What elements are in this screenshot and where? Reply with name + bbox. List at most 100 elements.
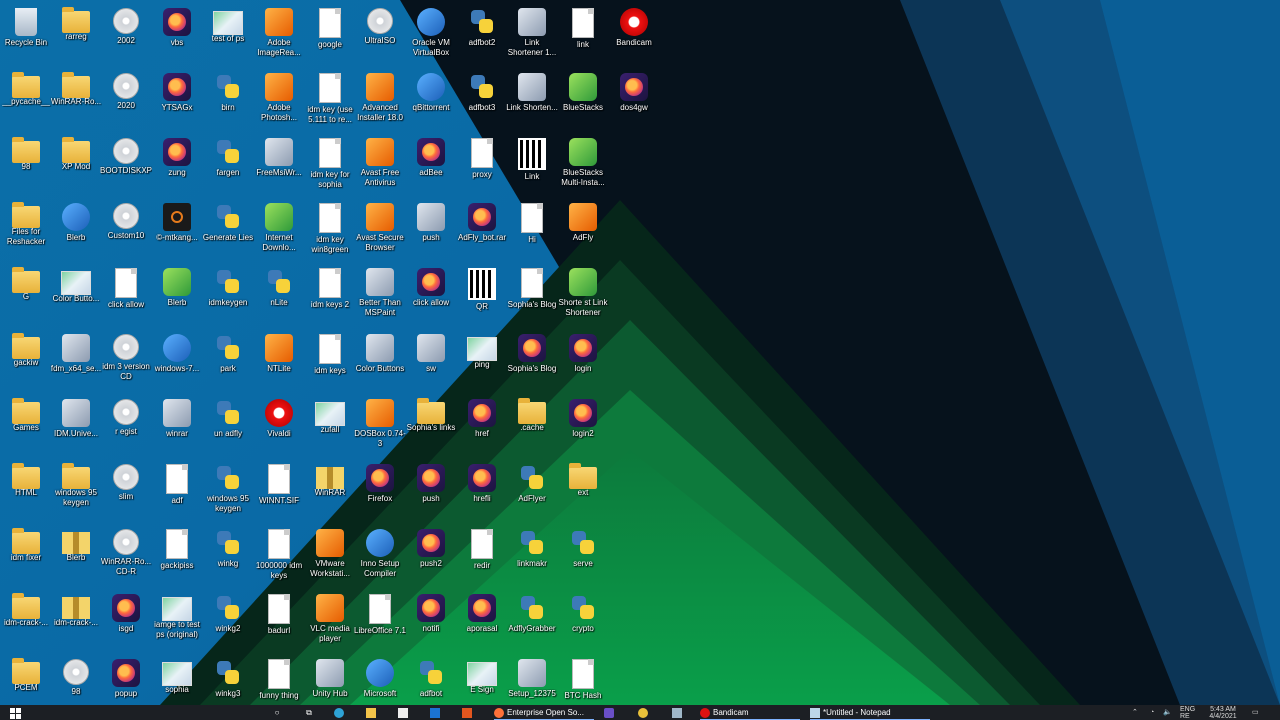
desktop-icon[interactable]: idmkeygen: [202, 264, 254, 328]
desktop-icon[interactable]: vbs: [151, 4, 203, 68]
desktop-icon[interactable]: AdFlyer: [506, 460, 558, 524]
desktop-icon[interactable]: rarreg: [50, 4, 102, 68]
desktop-icon[interactable]: BlueStacks: [557, 69, 609, 133]
desktop-icon[interactable]: Link Shortener 1...: [506, 4, 558, 68]
desktop-icon[interactable]: push: [405, 199, 457, 263]
desktop-icon[interactable]: Shorte st Link Shortener: [557, 264, 609, 328]
store-icon[interactable]: [398, 705, 412, 720]
desktop-icon[interactable]: Sophia's Blog: [506, 264, 558, 328]
desktop-icon[interactable]: Color Buttons: [354, 330, 406, 394]
language-indicator[interactable]: ENG RE: [1180, 706, 1200, 720]
desktop-icon[interactable]: Hi: [506, 199, 558, 263]
desktop-icon[interactable]: Files for Reshacker: [0, 199, 52, 263]
desktop-icon[interactable]: Link: [506, 134, 558, 198]
desktop-icon[interactable]: qBittorrent: [405, 69, 457, 133]
desktop-icon[interactable]: idm key for sophia: [304, 134, 356, 198]
chevron-up-icon[interactable]: ⌃: [1132, 705, 1142, 720]
desktop-icon[interactable]: login: [557, 330, 609, 394]
desktop-icon[interactable]: click allow: [100, 264, 152, 328]
desktop-icon[interactable]: idm fixer: [0, 525, 52, 589]
desktop-icon[interactable]: Internet Downlo...: [253, 199, 305, 263]
desktop-icon[interactable]: BOOTDISKXP: [100, 134, 152, 198]
desktop-icon[interactable]: badurl: [253, 590, 305, 654]
desktop-icon[interactable]: 2002: [100, 4, 152, 68]
desktop-icon[interactable]: fargen: [202, 134, 254, 198]
desktop-icon[interactable]: gackiw: [0, 330, 52, 394]
desktop-icon[interactable]: VLC media player: [304, 590, 356, 654]
taskbar-app-purple[interactable]: [604, 705, 618, 720]
desktop-icon[interactable]: winkg2: [202, 590, 254, 654]
desktop-icon[interactable]: IDM.Unive...: [50, 395, 102, 459]
desktop-icon[interactable]: Color Butto...: [50, 264, 102, 328]
desktop-icon[interactable]: Firefox: [354, 460, 406, 524]
desktop-icon[interactable]: Microsoft: [354, 655, 406, 705]
desktop-icon[interactable]: Oracle VM VirtualBox: [405, 4, 457, 68]
desktop-icon[interactable]: 98: [50, 655, 102, 705]
desktop-icon[interactable]: __pycache__: [0, 69, 52, 133]
desktop-icon[interactable]: adfbot2: [456, 4, 508, 68]
desktop-icon[interactable]: WinRAR-Ro... CD-R: [100, 525, 152, 589]
explorer-icon[interactable]: [366, 705, 380, 720]
desktop-icon[interactable]: Vivaldi: [253, 395, 305, 459]
network-icon[interactable]: ◔: [1150, 705, 1160, 720]
desktop-icon[interactable]: 98: [0, 134, 52, 198]
desktop-icon[interactable]: adfbot: [405, 655, 457, 705]
desktop-icon[interactable]: zufall: [304, 395, 356, 459]
desktop-icon[interactable]: Recycle Bin: [0, 4, 52, 68]
desktop-icon[interactable]: AdflyGrabber: [506, 590, 558, 654]
desktop-icon[interactable]: Blerb: [50, 525, 102, 589]
taskview-icon[interactable]: ⧉: [302, 705, 316, 720]
desktop-icon[interactable]: serve: [557, 525, 609, 589]
start-button[interactable]: [8, 705, 22, 720]
desktop-icon[interactable]: AdFly_bot.rar: [456, 199, 508, 263]
desktop-icon[interactable]: windows-7...: [151, 330, 203, 394]
desktop-icon[interactable]: idm key win8green: [304, 199, 356, 263]
desktop-icon[interactable]: redir: [456, 525, 508, 589]
desktop-icon[interactable]: Games: [0, 395, 52, 459]
desktop-icon[interactable]: ©-mtkang...: [151, 199, 203, 263]
desktop-icon[interactable]: windows 95 keygen: [50, 460, 102, 524]
edge-icon[interactable]: [334, 705, 348, 720]
desktop-icon[interactable]: Blerb: [151, 264, 203, 328]
desktop-icon[interactable]: iamge to test ps (original): [151, 590, 203, 654]
desktop-icon[interactable]: UltraISO: [354, 4, 406, 68]
desktop-icon[interactable]: sw: [405, 330, 457, 394]
desktop-icon[interactable]: BlueStacks Multi-Insta...: [557, 134, 609, 198]
desktop-icon[interactable]: Avast Secure Browser: [354, 199, 406, 263]
desktop-icon[interactable]: idm-crack-...: [0, 590, 52, 654]
desktop-icon[interactable]: Unity Hub: [304, 655, 356, 705]
clock[interactable]: 5:43 AM 4/4/2021: [1206, 706, 1240, 720]
desktop-icon[interactable]: dos4gw: [608, 69, 660, 133]
desktop-icon[interactable]: Adobe ImageRea...: [253, 4, 305, 68]
desktop-icon[interactable]: linkmakr: [506, 525, 558, 589]
notifications-icon[interactable]: ▭: [1252, 705, 1264, 720]
desktop-icon[interactable]: Better Than MSPaint: [354, 264, 406, 328]
desktop-icon[interactable]: Bandicam: [608, 4, 660, 68]
desktop-icon[interactable]: AdFly: [557, 199, 609, 263]
desktop-icon[interactable]: r egist: [100, 395, 152, 459]
desktop-icon[interactable]: isgd: [100, 590, 152, 654]
desktop-icon[interactable]: WINNT.SIF: [253, 460, 305, 524]
desktop-icon[interactable]: XP Mod: [50, 134, 102, 198]
desktop-icon[interactable]: slim: [100, 460, 152, 524]
desktop-icon[interactable]: park: [202, 330, 254, 394]
desktop-icon[interactable]: VMware Workstati...: [304, 525, 356, 589]
desktop-icon[interactable]: aporasal: [456, 590, 508, 654]
desktop-icon[interactable]: gackipiss: [151, 525, 203, 589]
desktop-icon[interactable]: idm keys 2: [304, 264, 356, 328]
taskbar-window-bandicam[interactable]: Bandicam: [700, 705, 800, 720]
desktop-icon[interactable]: idm keys: [304, 330, 356, 394]
desktop-icon[interactable]: test of ps: [202, 4, 254, 68]
desktop-icon[interactable]: push: [405, 460, 457, 524]
desktop-icon[interactable]: href: [456, 395, 508, 459]
desktop-icon[interactable]: Blerb: [50, 199, 102, 263]
desktop-icon[interactable]: birn: [202, 69, 254, 133]
desktop-icon[interactable]: hrefli: [456, 460, 508, 524]
desktop-icon[interactable]: E Sign: [456, 655, 508, 705]
desktop-icon[interactable]: Custom10: [100, 199, 152, 263]
desktop-icon[interactable]: zung: [151, 134, 203, 198]
search-icon[interactable]: ○: [270, 705, 284, 720]
desktop-icon[interactable]: notifi: [405, 590, 457, 654]
desktop-icon[interactable]: windows 95 keygen: [202, 460, 254, 524]
desktop-icon[interactable]: 2020: [100, 69, 152, 133]
